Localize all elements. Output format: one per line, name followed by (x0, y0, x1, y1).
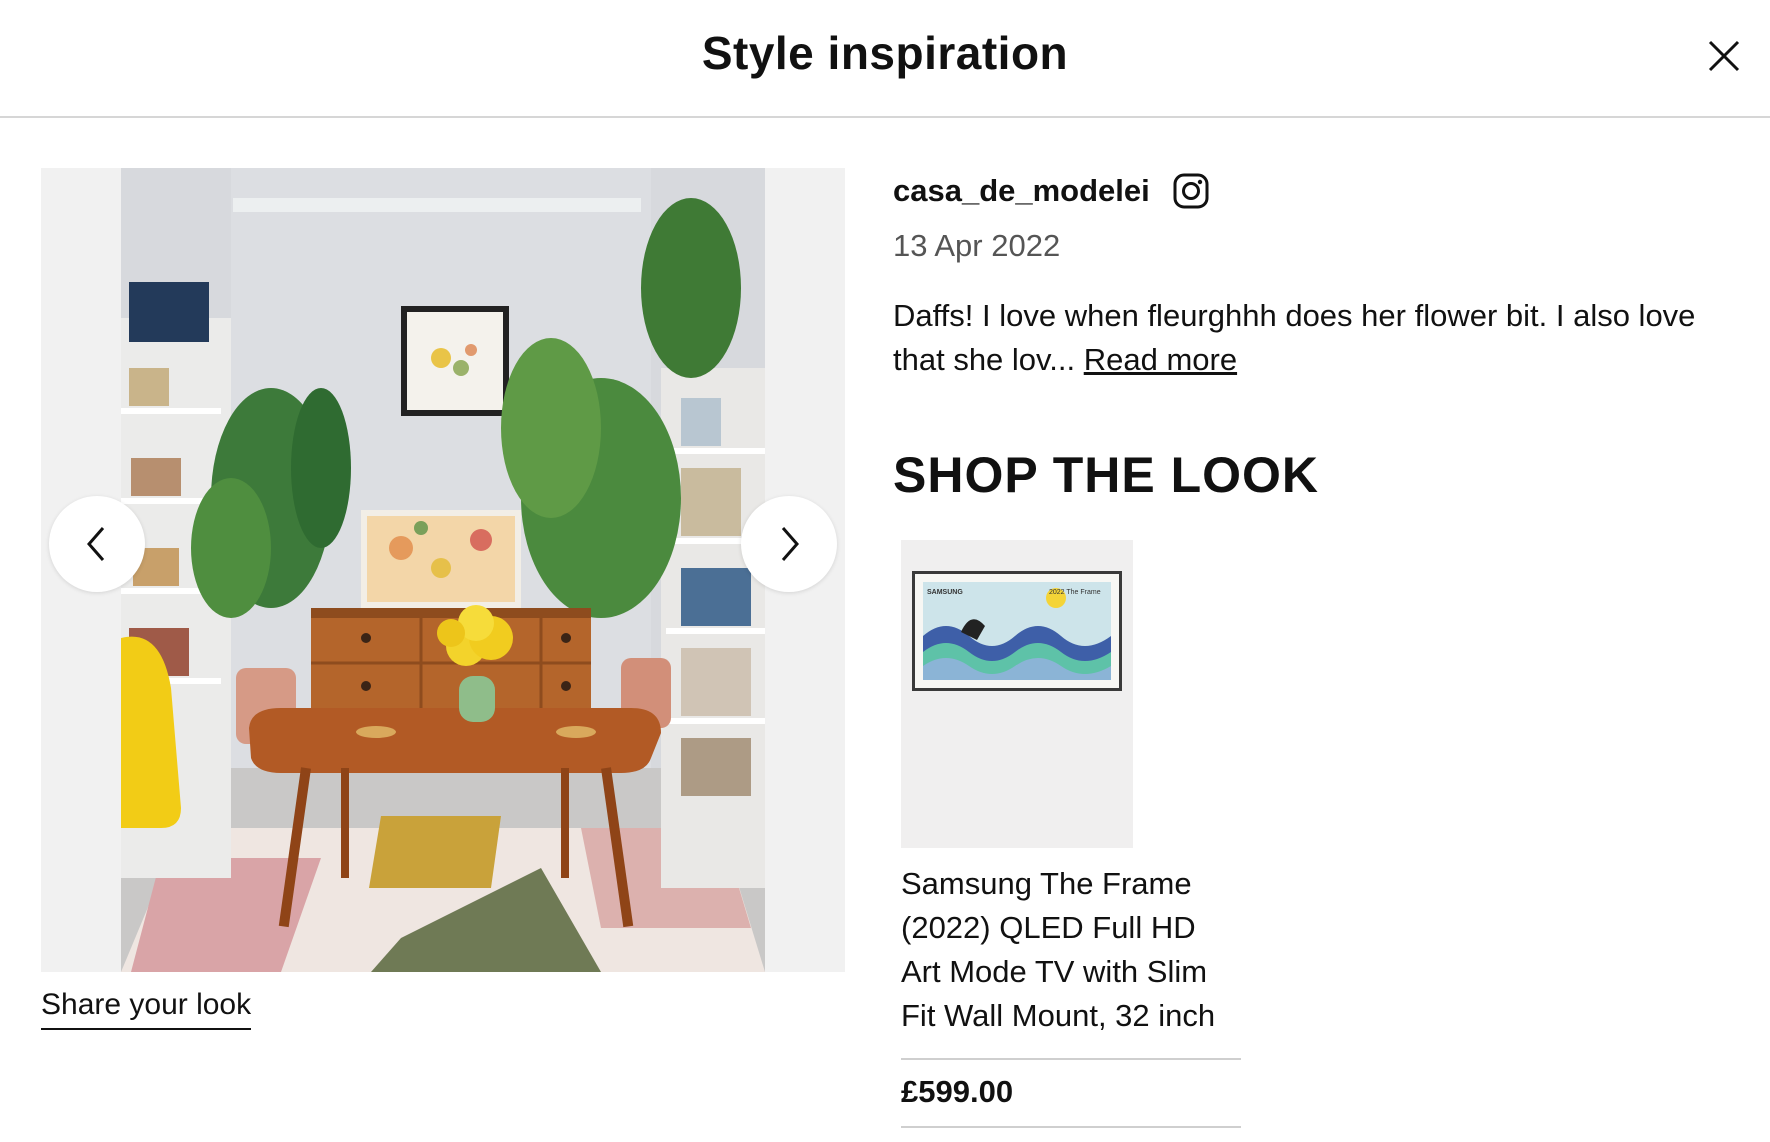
product-price: £599.00 (901, 1074, 1014, 1109)
share-your-look-link[interactable]: Share your look (41, 988, 252, 1030)
living-room-image (121, 168, 765, 972)
close-icon (1708, 40, 1740, 72)
modal-header: Style inspiration (0, 0, 1770, 118)
page-title: Style inspiration (701, 27, 1069, 79)
post-details: casa_de_modelei 13 Apr 2022 Daffs! I lov… (893, 168, 1733, 382)
next-image-button[interactable] (741, 496, 837, 592)
read-more-link[interactable]: Read more (1084, 342, 1237, 377)
close-button[interactable] (1706, 38, 1742, 74)
chevron-right-icon (781, 527, 799, 561)
product-card[interactable]: SAMSUNG 2022 The Frame Samsung The Frame… (901, 540, 1241, 1128)
frame-tv-thumbnail: SAMSUNG 2022 The Frame (912, 571, 1122, 691)
image-gallery (41, 168, 845, 972)
product-divider-bottom (901, 1126, 1241, 1128)
thumb-label: 2022 The Frame (1049, 589, 1101, 596)
post-caption: Daffs! I love when fleurghhh does her fl… (893, 294, 1733, 382)
caption-text: Daffs! I love when fleurghhh does her fl… (893, 298, 1696, 377)
instagram-icon[interactable] (1172, 172, 1210, 210)
previous-image-button[interactable] (49, 496, 145, 592)
chevron-left-icon (87, 527, 105, 561)
post-date: 13 Apr 2022 (893, 228, 1061, 263)
author-row: casa_de_modelei (893, 168, 1733, 214)
product-image[interactable]: SAMSUNG 2022 The Frame (901, 540, 1133, 848)
room-photo (121, 168, 765, 972)
author-username: casa_de_modelei (893, 173, 1150, 208)
shop-the-look-heading: SHOP THE LOOK (893, 447, 1320, 503)
thumb-brand: SAMSUNG (927, 589, 963, 596)
product-name[interactable]: Samsung The Frame (2022) QLED Full HD Ar… (901, 862, 1241, 1038)
